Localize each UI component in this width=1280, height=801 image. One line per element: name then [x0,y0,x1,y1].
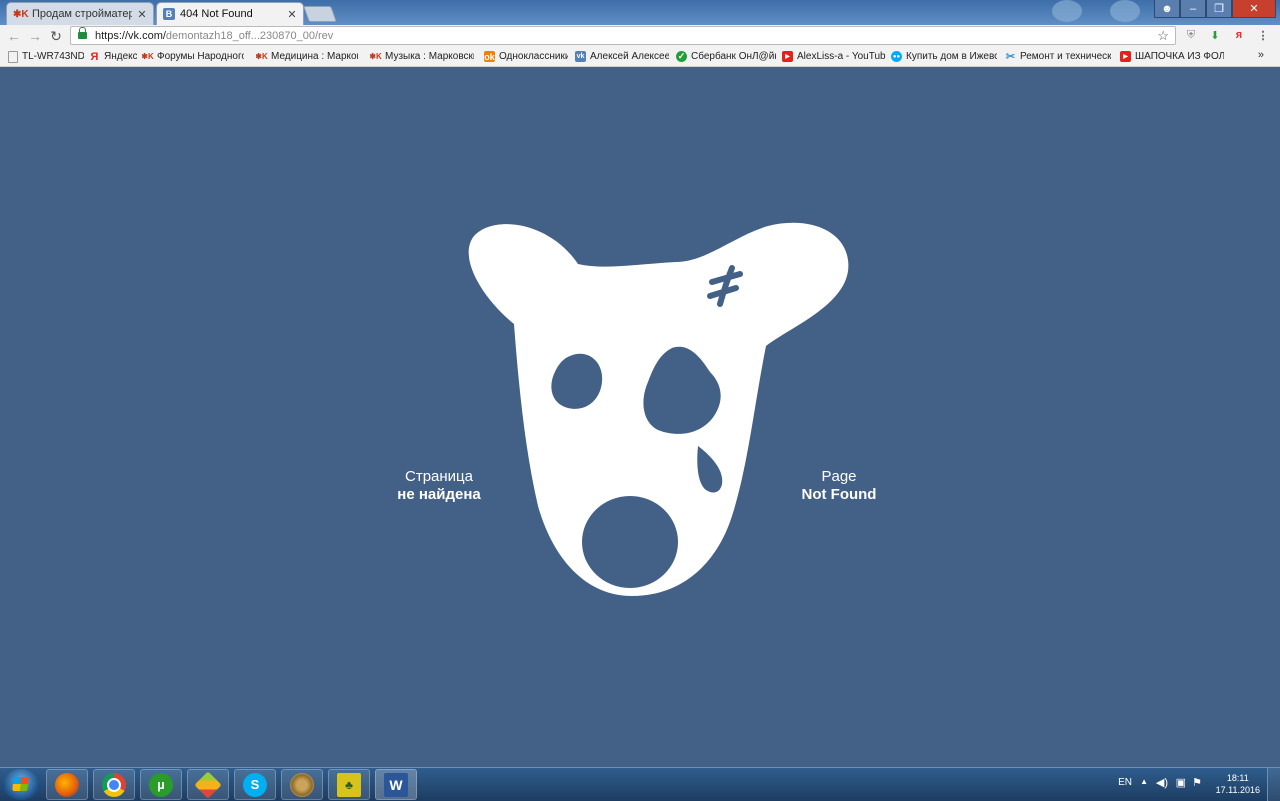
start-button[interactable] [3,769,39,800]
address-bar[interactable]: https://vk.com/demontazh18_off...230870_… [70,26,1176,45]
not-found-text-ru: Страница не найдена [397,468,481,503]
bookmark-star-icon[interactable]: ☆ [1157,28,1169,44]
bookmark-item[interactable]: ✱K Музыка : Марковски [370,50,474,63]
bookmarks-bar: TL-WR743ND Я Яндекс ✱K Форумы Народного … [0,47,1280,67]
new-tab-button[interactable] [303,6,337,22]
taskbar-app[interactable]: µ [140,769,182,800]
clock[interactable]: 18:11 17.11.2016 [1216,772,1260,796]
bookmarks-overflow-button[interactable]: » [1258,49,1264,61]
menu-icon[interactable]: ⋮ [1256,28,1270,42]
page-icon [8,50,18,63]
bookmark-item[interactable]: TL-WR743ND [8,50,84,63]
flag-icon[interactable]: ⚑ [1192,776,1202,789]
not-found-text-en: Page Not Found [801,468,877,503]
skype-icon: S [243,772,267,797]
browser-tab-strip: ✱K Продам стройматериал ✕ B 404 Not Foun… [0,0,1280,25]
chrome-icon [102,772,126,797]
show-desktop-button[interactable] [1267,768,1280,801]
maximize-button[interactable]: ❐ [1206,0,1232,18]
browser-toolbar: ← → ↻ https://vk.com/demontazh18_off...2… [0,25,1280,47]
nk-icon: ✱K [13,8,29,20]
bookmark-item[interactable]: Я Яндекс [89,50,137,63]
window-controls: ☻ – ❐ ✕ [1154,0,1276,18]
taskbar-app[interactable] [46,769,88,800]
app-circle-icon [290,772,314,797]
profile-blob-decoration [1110,0,1140,22]
user-icon[interactable]: ☻ [1154,0,1180,18]
vk-icon: vk [575,51,586,62]
avito-icon: ●● [891,51,902,62]
close-window-button[interactable]: ✕ [1232,0,1276,18]
youtube-icon: ▶ [782,51,793,62]
taskbar-app[interactable] [187,769,229,800]
nk-icon: ✱K [256,52,268,61]
profile-blob-decoration [1052,0,1082,22]
vk-icon: B [163,8,175,20]
lock-icon [78,27,87,39]
bookmark-item[interactable]: ✱K Форумы Народного [142,50,244,63]
windows-taskbar: µ S ♣ W EN ▲ ◀) ▣ ⚑ 18:11 17.11.2016 [0,767,1280,801]
tab-2[interactable]: B 404 Not Found ✕ [156,2,304,25]
bookmark-item[interactable]: vk Алексей Алексеев [575,50,669,63]
download-extension-icon[interactable]: ⬇ [1208,28,1222,42]
yandex-extension-icon[interactable]: я [1232,28,1246,42]
tab-1[interactable]: ✱K Продам стройматериал ✕ [6,2,154,25]
tab-close-icon[interactable]: ✕ [137,8,147,21]
word-icon: W [384,772,408,797]
taskbar-app[interactable] [93,769,135,800]
ok-icon: ok [484,51,495,62]
back-arrow-icon[interactable]: ← [6,28,22,44]
bookmark-item[interactable]: ok Одноклассники [484,50,568,63]
bookmark-item[interactable]: ✂ Ремонт и техническо [1005,50,1111,63]
bookmark-item[interactable]: ▶ AlexLiss-a - YouTube [782,50,886,63]
yandex-icon: Я [90,50,99,63]
network-icon[interactable]: ▣ [1176,776,1186,789]
tools-icon: ✂ [1005,51,1016,63]
minimize-button[interactable]: – [1180,0,1206,18]
forward-arrow-icon[interactable]: → [27,28,43,44]
reload-icon[interactable]: ↻ [48,28,64,44]
taskbar-app[interactable]: ♣ [328,769,370,800]
bluestacks-icon [194,770,222,799]
nk-icon: ✱K [142,52,154,61]
tab-title: Продам стройматериал [32,8,132,20]
shield-extension-icon[interactable]: ⛨ [1184,28,1198,42]
sberbank-icon: ✓ [676,51,687,62]
bookmark-item[interactable]: ✓ Сбербанк ОнЛ@йн [676,50,776,63]
address-url: https://vk.com/demontazh18_off...230870_… [95,29,334,42]
nk-icon: ✱K [370,52,382,61]
tab-close-icon[interactable]: ✕ [287,8,297,21]
language-indicator[interactable]: EN [1118,777,1132,788]
app-tree-icon: ♣ [337,772,361,797]
volume-icon[interactable]: ◀) [1156,776,1168,789]
taskbar-app[interactable]: W [375,769,417,800]
bookmark-item[interactable]: ●● Купить дом в Ижевс [891,50,997,63]
taskbar-app[interactable] [281,769,323,800]
taskbar-app[interactable]: S [234,769,276,800]
tray-expand-icon[interactable]: ▲ [1140,777,1148,786]
sad-dog-mascot-icon [468,222,849,596]
youtube-icon: ▶ [1120,51,1131,62]
firefox-icon [55,772,79,797]
bookmark-item[interactable]: ✱K Медицина : Марков [256,50,358,63]
tab-title: 404 Not Found [180,8,253,20]
utorrent-icon: µ [149,772,173,797]
bookmark-item[interactable]: ▶ ШАПОЧКА ИЗ ФОЛЬ [1120,50,1224,63]
